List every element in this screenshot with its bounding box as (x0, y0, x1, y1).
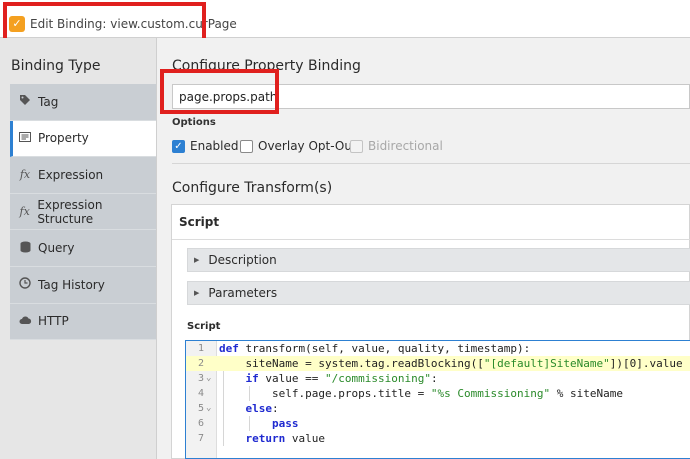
section-divider (172, 163, 690, 164)
code-line: 5 ⌄ else: (186, 401, 690, 416)
code-text: self.page.props.title = "%s Commissionin… (219, 387, 623, 400)
fx-icon: fx (19, 205, 30, 219)
property-icon (18, 131, 32, 146)
caret-right-icon: ▶ (194, 289, 200, 297)
configure-transforms-title: Configure Transform(s) (172, 180, 333, 196)
parameters-section[interactable]: ▶ Parameters (187, 281, 690, 305)
overlay-opt-out-label: Overlay Opt-Out (258, 139, 357, 153)
sidebar-item-tag-history[interactable]: Tag History (10, 266, 156, 304)
script-transform-header: Script (179, 215, 220, 229)
line-number: 7 (197, 433, 204, 444)
binding-type-list: Tag Property fx Expression fx Expression… (10, 84, 156, 341)
sidebar-item-label: Tag (38, 94, 59, 109)
header-divider (172, 239, 690, 240)
code-text: return value (245, 432, 326, 445)
code-line-current: 2 siteName = system.tag.readBlocking(["[… (186, 356, 690, 371)
configure-property-binding-title: Configure Property Binding (172, 58, 361, 74)
overlay-opt-out-checkbox[interactable] (240, 139, 253, 153)
line-number: 1 (197, 343, 204, 354)
line-number: 6 (197, 418, 204, 429)
ignition-logo-icon: ✓ (9, 16, 25, 32)
sidebar-item-label: Property (38, 131, 89, 146)
code-line: 3 ⌄ if value == "/commissioning": (186, 371, 690, 386)
enabled-checkbox[interactable]: ✓ (172, 139, 185, 153)
description-label: Description (208, 253, 277, 267)
sidebar-item-expression-structure[interactable]: fx Expression Structure (10, 193, 156, 231)
sidebar-item-property[interactable]: Property (10, 120, 156, 158)
enabled-label: Enabled (190, 139, 239, 153)
bidirectional-label: Bidirectional (368, 139, 443, 153)
window-titlebar: ✓ Edit Binding: view.custom.curPage (0, 0, 690, 38)
code-line: 7 return value (186, 431, 690, 446)
sidebar-item-label: Tag History (38, 277, 105, 292)
bidirectional-option: Bidirectional (350, 139, 443, 153)
script-code-editor[interactable]: 1 def transform(self, value, quality, ti… (185, 340, 690, 459)
line-number: 4 (197, 388, 204, 399)
options-label: Options (172, 117, 216, 128)
cloud-icon (18, 315, 32, 328)
line-number: 2 (197, 358, 204, 369)
sidebar-heading: Binding Type (11, 58, 101, 74)
property-path-input[interactable] (172, 84, 690, 109)
sidebar-item-expression[interactable]: fx Expression (10, 157, 156, 194)
code-line: 6 pass (186, 416, 690, 431)
caret-right-icon: ▶ (194, 256, 200, 264)
sidebar-item-label: Query (38, 241, 75, 256)
line-number: 3 (197, 373, 204, 384)
sidebar-item-tag[interactable]: Tag (10, 84, 156, 121)
overlay-opt-out-option[interactable]: Overlay Opt-Out (240, 139, 357, 153)
parameters-label: Parameters (208, 286, 278, 300)
code-text: def transform(self, value, quality, time… (219, 342, 531, 355)
clock-icon (18, 277, 32, 292)
sidebar-item-http[interactable]: HTTP (10, 303, 156, 341)
window-title: Edit Binding: view.custom.curPage (30, 17, 237, 31)
code-text: siteName = system.tag.readBlocking(["[de… (219, 357, 683, 370)
database-icon (18, 241, 32, 256)
tag-icon (18, 94, 32, 109)
line-number: 5 (197, 403, 204, 414)
binding-type-sidebar: Binding Type Tag Property fx Expression … (0, 38, 157, 459)
code-text: pass (271, 417, 299, 430)
fold-chevron-icon[interactable]: ⌄ (206, 371, 211, 386)
sidebar-item-query[interactable]: Query (10, 230, 156, 267)
code-line: 1 def transform(self, value, quality, ti… (186, 341, 690, 356)
sidebar-item-label: Expression Structure (37, 197, 103, 226)
description-section[interactable]: ▶ Description (187, 248, 690, 272)
enabled-option[interactable]: ✓ Enabled (172, 139, 239, 153)
bidirectional-checkbox (350, 139, 363, 153)
sidebar-item-label: HTTP (38, 314, 69, 329)
code-text: if value == "/commissioning": (245, 372, 438, 385)
code-text: else: (245, 402, 279, 415)
code-line: 4 self.page.props.title = "%s Commission… (186, 386, 690, 401)
fold-chevron-icon[interactable]: ⌄ (206, 401, 211, 416)
script-label: Script (187, 321, 221, 332)
sidebar-item-label: Expression (38, 167, 104, 182)
fx-icon: fx (19, 168, 31, 182)
